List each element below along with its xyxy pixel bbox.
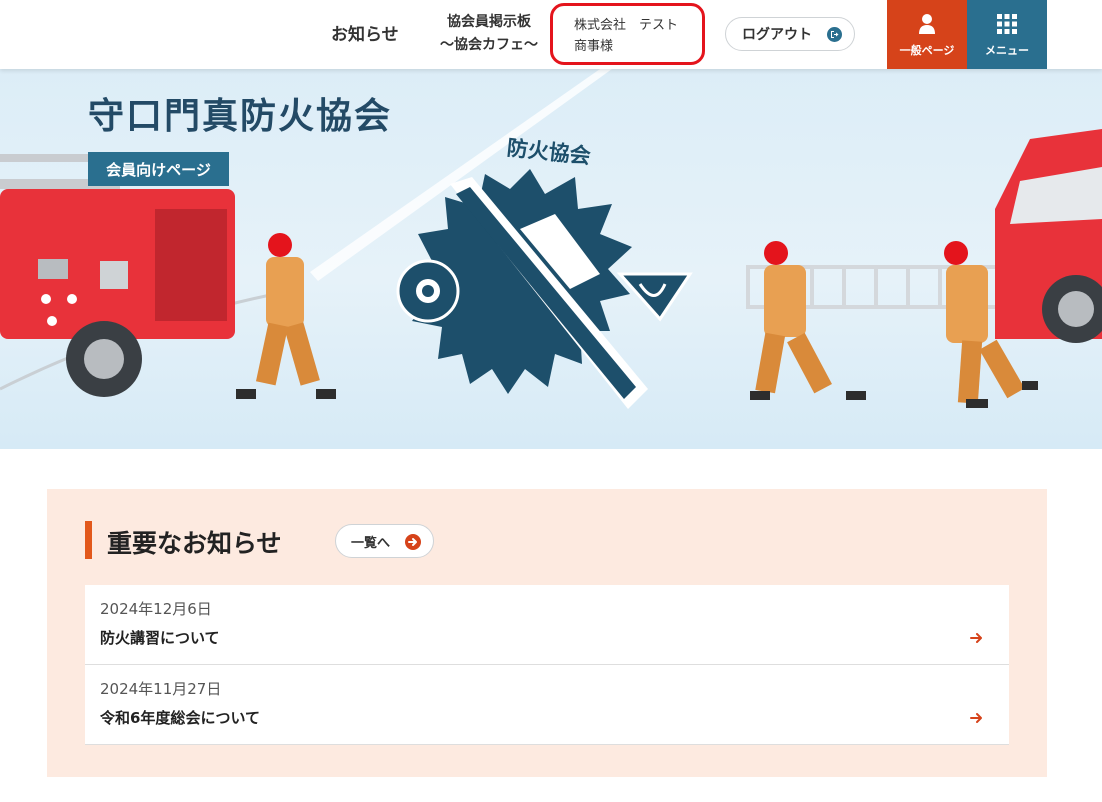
notice-item[interactable]: 2024年12月6日 防火講習について [85, 585, 1009, 665]
hero-banner: 防火協会 守口門真防火協会 会員向けページ [0, 69, 1102, 449]
fire-association-emblem [396, 169, 693, 409]
logout-button[interactable]: ログアウト [725, 17, 855, 51]
nav-news-link[interactable]: お知らせ [331, 20, 399, 45]
notice-title: 防火講習について [100, 629, 220, 647]
notice-title-accent [85, 521, 92, 559]
user-name-line2: 商事様 [574, 39, 614, 54]
firefighter-center-illustration [750, 241, 866, 400]
view-all-label: 一覧へ [351, 535, 391, 551]
notice-title: 令和6年度総会について [100, 709, 260, 727]
left-fire-truck-illustration [0, 154, 235, 397]
arrow-right-circle-icon [405, 534, 421, 550]
logout-label: ログアウト [742, 27, 812, 43]
logout-icon [827, 27, 842, 42]
important-notices-section: 重要なお知らせ 一覧へ 2024年12月6日 防火講習について 2024年11月… [47, 489, 1047, 777]
user-name-box: 株式会社 テスト 商事様 [550, 3, 705, 65]
member-page-badge: 会員向けページ [88, 152, 229, 186]
nav-board-link[interactable]: 協会員掲示板 〜協会カフェ〜 [430, 11, 548, 57]
person-icon [917, 13, 937, 38]
general-page-button[interactable]: 一般ページ [887, 0, 967, 69]
notice-date: 2024年12月6日 [100, 600, 212, 618]
menu-label: メニュー [985, 44, 1029, 57]
arrow-right-icon [969, 710, 983, 729]
right-fire-truck-illustration [995, 129, 1102, 343]
emblem-text: 防火協会 [506, 136, 592, 169]
general-page-label: 一般ページ [899, 44, 955, 57]
notice-list: 2024年12月6日 防火講習について 2024年11月27日 令和6年度総会に… [85, 585, 1009, 745]
site-header: お知らせ 協会員掲示板 〜協会カフェ〜 株式会社 テスト 商事様 ログアウト 一… [0, 0, 1102, 69]
firefighter-left-illustration [236, 233, 336, 399]
notices-heading: 重要なお知らせ [107, 529, 282, 558]
grid-menu-icon [996, 13, 1018, 38]
notice-date: 2024年11月27日 [100, 680, 222, 698]
arrow-right-icon [969, 630, 983, 649]
user-name-line1: 株式会社 テスト [574, 18, 679, 33]
site-title: 守口門真防火協会 [88, 96, 393, 137]
nav-board-line2: 〜協会カフェ〜 [440, 37, 538, 53]
nav-board-line1: 協会員掲示板 [447, 14, 531, 30]
notice-item[interactable]: 2024年11月27日 令和6年度総会について [85, 665, 1009, 745]
menu-button[interactable]: メニュー [967, 0, 1047, 69]
view-all-button[interactable]: 一覧へ [335, 524, 434, 558]
